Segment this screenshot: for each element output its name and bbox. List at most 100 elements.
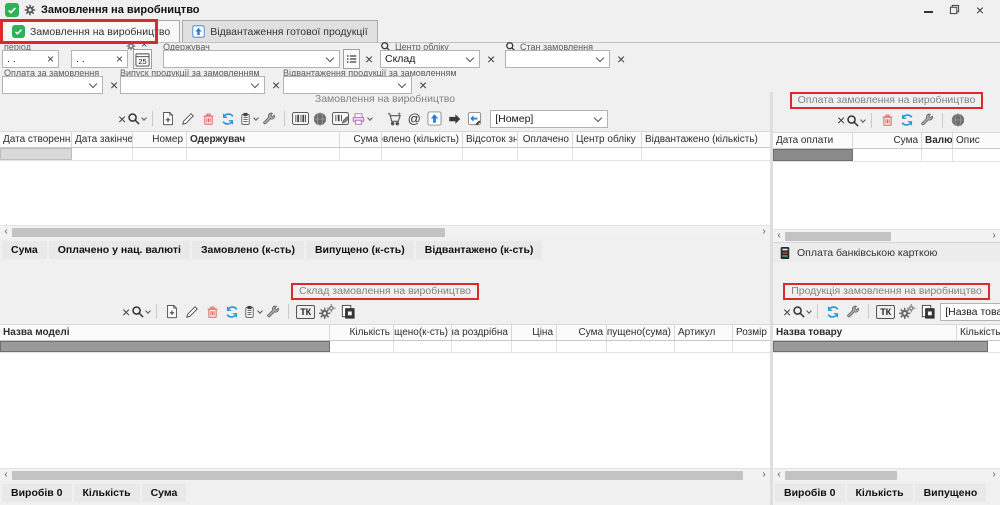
tools-icon[interactable] <box>918 110 936 130</box>
cart-icon[interactable] <box>385 109 403 129</box>
tools-icon[interactable] <box>260 109 278 129</box>
selected-cell[interactable] <box>773 149 853 161</box>
edit-icon[interactable] <box>183 302 201 322</box>
pick-from-list-button[interactable] <box>343 49 360 69</box>
tab-production-orders[interactable]: Замовлення на виробництво <box>2 20 181 42</box>
column-header[interactable]: Дата закінчення <box>72 132 133 147</box>
column-header[interactable]: Дата створення <box>0 132 72 147</box>
column-header[interactable]: Номер <box>133 132 187 147</box>
accounting-center-combo[interactable]: Склад <box>380 50 480 68</box>
table-row[interactable] <box>0 148 770 161</box>
calendar-button[interactable]: 25 <box>133 49 152 69</box>
search-icon[interactable] <box>127 109 148 129</box>
clear-icon[interactable]: × <box>272 78 280 92</box>
payments-table-body[interactable] <box>773 162 1000 229</box>
column-header[interactable]: Дата оплати <box>773 133 853 148</box>
dark-globe-icon[interactable] <box>949 110 967 130</box>
composition-table-body[interactable] <box>0 353 770 468</box>
aggregate-qty[interactable]: Кількість <box>73 484 140 502</box>
print-icon[interactable] <box>351 109 374 129</box>
column-header[interactable]: Відвантажено (кількість) <box>642 132 770 147</box>
column-header[interactable]: Сума <box>340 132 382 147</box>
items-count-chip[interactable]: Виробів 0 <box>2 484 72 502</box>
column-header[interactable]: Сума <box>853 133 922 148</box>
receiver-combo[interactable] <box>163 50 340 68</box>
add-document-icon[interactable] <box>159 109 177 129</box>
aggregate-shipped-qty[interactable]: Відвантажено (к-сть) <box>415 241 543 259</box>
column-header[interactable]: Кількість <box>957 325 1000 340</box>
close-button[interactable]: × <box>976 3 984 17</box>
gears-icon[interactable] <box>318 302 336 322</box>
scroll-right-icon[interactable]: › <box>760 226 768 238</box>
clear-icon[interactable]: × <box>783 305 791 319</box>
scroll-left-icon[interactable]: ‹ <box>775 469 783 481</box>
scrollbar-thumb[interactable] <box>785 470 897 480</box>
orders-hscrollbar[interactable]: ‹ › <box>0 225 770 238</box>
aggregate-paid-national[interactable]: Оплачено у нац. валюті <box>48 241 190 259</box>
aggregate-produced[interactable]: Випущено <box>914 484 987 502</box>
add-document-icon[interactable] <box>163 302 181 322</box>
aggregate-sum[interactable]: Сума <box>141 484 187 502</box>
column-header[interactable]: Випущено(к-сть) <box>394 325 452 340</box>
composition-hscrollbar[interactable]: ‹ › <box>0 468 770 481</box>
scroll-left-icon[interactable]: ‹ <box>2 226 10 238</box>
tk-button[interactable]: ТК <box>296 304 316 319</box>
delete-icon[interactable] <box>199 109 217 129</box>
edit-icon[interactable] <box>179 109 197 129</box>
items-count-chip[interactable]: Виробів 0 <box>775 484 845 502</box>
selected-cell[interactable] <box>0 148 72 160</box>
report-icon[interactable] <box>243 302 264 322</box>
aggregate-sum[interactable]: Сума <box>2 241 47 259</box>
column-header[interactable]: Одержувач <box>187 132 340 147</box>
column-header[interactable]: Сума <box>557 325 607 340</box>
orders-table-body[interactable] <box>0 161 770 225</box>
search-icon[interactable] <box>792 302 813 322</box>
delete-icon[interactable] <box>878 110 896 130</box>
column-header[interactable]: Центр обліку <box>573 132 642 147</box>
maximize-button[interactable] <box>949 4 960 15</box>
clear-icon[interactable]: × <box>110 78 118 92</box>
refresh-icon[interactable] <box>219 109 237 129</box>
table-row[interactable] <box>0 341 770 353</box>
table-row[interactable] <box>773 149 1000 162</box>
clear-icon[interactable]: × <box>487 52 495 66</box>
product-name-filter-combo[interactable]: [Назва товару] <box>940 302 1000 321</box>
dark-globe-icon[interactable] <box>311 109 329 129</box>
scroll-left-icon[interactable]: ‹ <box>775 230 783 242</box>
scrollbar-thumb[interactable] <box>785 231 891 241</box>
refresh-icon[interactable] <box>223 302 241 322</box>
scrollbar-thumb[interactable] <box>12 470 744 480</box>
delete-icon[interactable] <box>203 302 221 322</box>
scrollbar-thumb[interactable] <box>12 227 445 237</box>
column-header[interactable]: Кількість <box>330 325 394 340</box>
report-icon[interactable] <box>239 109 260 129</box>
column-header[interactable]: Артикул <box>675 325 733 340</box>
tab-finished-goods-shipment[interactable]: Відвантаження готової продукції <box>182 20 378 42</box>
copy-document-icon[interactable] <box>918 302 936 322</box>
clear-icon[interactable]: × <box>617 52 625 66</box>
table-row[interactable] <box>773 341 1000 353</box>
date-to-field[interactable]: . . × <box>71 50 128 68</box>
column-header[interactable]: Валюта <box>922 133 953 148</box>
column-header[interactable]: Назва товару <box>773 325 957 340</box>
column-header[interactable]: Опис <box>953 133 1000 148</box>
selected-cell[interactable] <box>0 341 330 352</box>
tools-icon[interactable] <box>844 302 862 322</box>
order-state-combo[interactable] <box>505 50 610 68</box>
barcode-edit-icon[interactable] <box>331 109 349 129</box>
scroll-right-icon[interactable]: › <box>990 469 998 481</box>
payments-hscrollbar[interactable]: ‹ › <box>773 229 1000 242</box>
column-header[interactable]: Відсоток знижки <box>463 132 518 147</box>
clear-icon[interactable]: × <box>118 112 126 126</box>
aggregate-produced-qty[interactable]: Випущено (к-сть) <box>305 241 414 259</box>
selected-cell[interactable] <box>773 341 988 352</box>
column-header[interactable]: Ціна роздрібна <box>452 325 512 340</box>
upload-box-icon[interactable] <box>425 109 443 129</box>
bank-card-payment-row[interactable]: Оплата банківською карткою <box>773 242 1000 262</box>
email-at-icon[interactable]: @ <box>405 109 423 129</box>
column-header[interactable]: Замовлено (кількість) <box>382 132 463 147</box>
scroll-right-icon[interactable]: › <box>990 230 998 242</box>
column-header[interactable]: Випущено(сума) <box>607 325 675 340</box>
clear-icon[interactable]: × <box>365 52 373 66</box>
clear-icon[interactable]: × <box>47 53 54 65</box>
